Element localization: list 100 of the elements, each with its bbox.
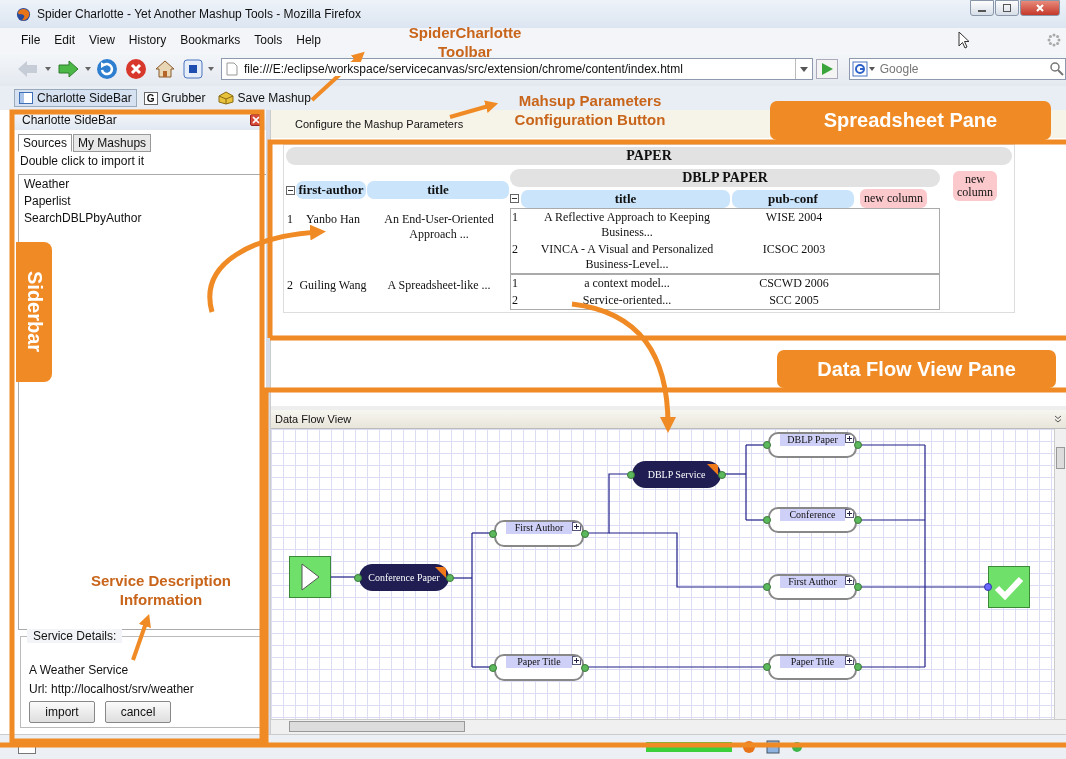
collapse-icon[interactable] [286, 185, 295, 195]
browser-logo-icon [16, 6, 31, 22]
sidebar-icon [19, 92, 33, 104]
table-cell-text: A Reflective Approach to Keeping Business... [543, 210, 711, 240]
field-node[interactable]: First Author [768, 574, 857, 600]
new-column-button[interactable]: new column [860, 189, 927, 208]
close-icon [1035, 3, 1045, 13]
new-column-button[interactable]: new column [953, 171, 997, 201]
port-dot[interactable] [854, 663, 862, 671]
row-number: 1 [286, 212, 294, 227]
plus-icon[interactable] [845, 434, 854, 443]
menu-item[interactable]: View [82, 33, 122, 47]
table-cell-text: A Spreadsheet-like ... [386, 278, 492, 293]
search-bar[interactable]: Google [848, 58, 1066, 80]
maximize-button[interactable] [995, 0, 1019, 16]
service-node[interactable]: Conference Paper [359, 564, 449, 591]
go-button[interactable] [815, 59, 838, 79]
annotation-label: Mahsup Parameters Configuration Button [513, 91, 667, 129]
stop-square-button[interactable] [180, 59, 205, 79]
close-button[interactable] [1020, 0, 1060, 16]
column-header[interactable]: title [521, 189, 730, 208]
field-node[interactable]: Conference [768, 507, 857, 533]
dropdown-caret-icon[interactable] [207, 67, 214, 71]
field-node[interactable]: First Author [494, 520, 584, 547]
search-icon[interactable] [1049, 61, 1065, 77]
port-dot[interactable] [489, 663, 497, 672]
plus-icon[interactable] [845, 509, 854, 518]
bookmark-button[interactable]: Charlotte SideBar [14, 89, 137, 107]
window-title: Spider Charlotte - Yet Another Mashup Tools - Mozilla Firefox [37, 7, 362, 21]
table-cell-text: Guiling Wang [298, 278, 368, 293]
start-node[interactable] [289, 556, 331, 598]
service-description: A Weather Service [29, 663, 130, 677]
mouse-cursor-icon [958, 31, 970, 49]
dropdown-caret-icon[interactable] [799, 66, 808, 72]
panel-legend: Service Details: [27, 629, 123, 643]
port-dot[interactable] [446, 573, 454, 582]
port-dot[interactable] [718, 470, 726, 479]
horizontal-scrollbar[interactable] [271, 719, 1066, 734]
service-node[interactable]: DBLP Service [632, 461, 721, 488]
table-cell-text: ICSOC 2003 [761, 242, 827, 258]
tab[interactable]: Sources [18, 134, 73, 152]
plus-icon[interactable] [572, 656, 581, 665]
dialog-button[interactable]: cancel [105, 701, 171, 723]
vertical-scrollbar[interactable] [1054, 429, 1066, 719]
collapse-icon[interactable] [510, 194, 519, 203]
port-dot[interactable] [763, 583, 771, 591]
port-dot[interactable] [763, 663, 771, 671]
port-dot[interactable] [854, 583, 862, 591]
field-node[interactable]: DBLP Paper [768, 432, 857, 458]
table-cell-text: Service-oriented... [581, 293, 673, 308]
dialog-button[interactable]: import [29, 701, 95, 723]
port-dot[interactable] [489, 529, 497, 538]
configure-parameters-button[interactable]: Configure the Mashup Parameters [295, 118, 464, 130]
bookmark-button[interactable]: G Grubber [138, 89, 211, 107]
annotation-label: Service Description Information [89, 571, 233, 609]
column-header[interactable]: pub-conf [732, 189, 854, 208]
source-item[interactable]: Weather [23, 177, 262, 191]
address-field[interactable]: file:///E:/eclipse/workspace/servicecanvas/src/extension/chrome/content/index.html [220, 58, 813, 80]
play-icon [819, 62, 834, 76]
menu-item[interactable]: Bookmarks [173, 33, 248, 47]
plus-icon[interactable] [845, 576, 854, 585]
annotation-tag: Spreadsheet Pane [770, 101, 1051, 140]
end-node[interactable] [988, 566, 1030, 608]
column-header[interactable]: first-author [296, 181, 366, 199]
port-dot[interactable] [627, 470, 635, 479]
table-cell-text: a context model... [583, 276, 671, 291]
menu-item[interactable]: Edit [47, 33, 83, 47]
port-dot[interactable] [854, 516, 862, 524]
source-item[interactable]: Paperlist [23, 194, 262, 208]
menu-item[interactable]: File [14, 33, 48, 47]
port-dot[interactable] [763, 441, 771, 449]
dropdown-caret-icon[interactable] [45, 67, 51, 71]
port-dot[interactable] [581, 663, 589, 672]
table-cell-text: An End-User-Oriented Approach ... [383, 212, 495, 242]
search-engine-icon[interactable] [851, 61, 876, 77]
bookmark-button[interactable]: Save Mashup [212, 89, 316, 107]
source-item[interactable]: SearchDBLPbyAuthor [23, 211, 262, 225]
column-header[interactable]: title [367, 181, 509, 199]
globe-icon [742, 740, 756, 754]
port-dot[interactable] [581, 529, 589, 538]
table-cell-text: CSCWD 2006 [758, 276, 830, 291]
maximize-icon [1002, 3, 1012, 13]
package-icon [217, 91, 234, 105]
field-node[interactable]: Paper Title [494, 654, 584, 681]
menu-item[interactable]: Help [289, 33, 328, 47]
plus-icon[interactable] [845, 656, 854, 665]
panel-title: Data Flow View [275, 413, 352, 425]
field-node[interactable]: Paper Title [768, 654, 857, 680]
annotation-tag: Siderbar [16, 242, 52, 382]
port-dot[interactable] [354, 573, 362, 582]
dropdown-caret-icon[interactable] [85, 67, 91, 71]
port-dot[interactable] [854, 441, 862, 449]
menu-item[interactable]: History [121, 33, 174, 47]
minimize-button[interactable] [970, 0, 994, 16]
plus-icon[interactable] [572, 522, 581, 531]
tab[interactable]: My Mashups [73, 134, 152, 152]
menu-item[interactable]: Tools [247, 33, 290, 47]
chevron-icon[interactable] [1054, 415, 1062, 423]
port-dot[interactable] [984, 583, 992, 591]
port-dot[interactable] [763, 516, 771, 524]
